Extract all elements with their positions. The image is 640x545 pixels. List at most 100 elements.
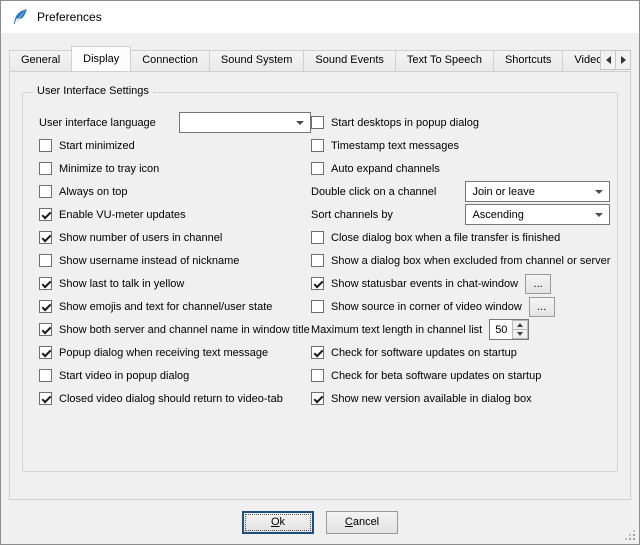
max-text-length-label: Maximum text length in channel list [311, 324, 482, 336]
checkbox[interactable] [311, 392, 324, 405]
sort-channels-select[interactable]: Ascending [465, 204, 610, 225]
checkbox-server-channel-title[interactable]: Show both server and channel name in win… [39, 318, 311, 341]
group-title: User Interface Settings [33, 85, 153, 97]
double-click-label: Double click on a channel [311, 186, 436, 198]
checkbox-label: Show emojis and text for channel/user st… [59, 301, 272, 313]
titlebar[interactable]: Preferences [1, 1, 639, 33]
left-column: User interface language Start minimized … [39, 111, 311, 410]
checkbox-close-filetransfer-dialog[interactable]: Close dialog box when a file transfer is… [311, 226, 610, 249]
scroll-tabs-left-button[interactable] [600, 50, 616, 70]
checkbox-always-on-top[interactable]: Always on top [39, 180, 311, 203]
language-label: User interface language [39, 117, 156, 129]
checkbox[interactable] [311, 254, 324, 267]
checkbox-last-talk-yellow[interactable]: Show last to talk in yellow [39, 272, 311, 295]
checkbox-software-updates[interactable]: Check for software updates on startup [311, 341, 610, 364]
checkbox-start-minimized[interactable]: Start minimized [39, 134, 311, 157]
resize-grip[interactable] [623, 528, 635, 540]
checkbox-desktops-popup[interactable]: Start desktops in popup dialog [311, 111, 610, 134]
checkbox-show-username[interactable]: Show username instead of nickname [39, 249, 311, 272]
checkbox[interactable] [311, 231, 324, 244]
checkbox[interactable] [39, 162, 52, 175]
tab-sound-events[interactable]: Sound Events [303, 50, 396, 71]
checkbox[interactable] [39, 277, 52, 290]
checkbox-video-return-tab[interactable]: Closed video dialog should return to vid… [39, 387, 311, 410]
cancel-button-label: Cancel [345, 516, 379, 528]
combo-value: Ascending [472, 209, 523, 221]
checkbox[interactable] [39, 300, 52, 313]
checkbox-label: Start desktops in popup dialog [331, 117, 479, 129]
checkbox[interactable] [39, 323, 52, 336]
checkbox[interactable] [311, 346, 324, 359]
statusbar-events-config-button[interactable]: ... [525, 274, 551, 294]
checkbox-show-user-count[interactable]: Show number of users in channel [39, 226, 311, 249]
checkbox-label: Show statusbar events in chat-window [331, 278, 518, 290]
tab-text-to-speech[interactable]: Text To Speech [395, 50, 494, 71]
tab-shortcuts[interactable]: Shortcuts [493, 50, 563, 71]
checkbox-label: Check for software updates on startup [331, 347, 517, 359]
checkbox[interactable] [39, 139, 52, 152]
tab-connection[interactable]: Connection [130, 50, 210, 71]
checkbox-label: Minimize to tray icon [59, 163, 159, 175]
checkbox[interactable] [39, 185, 52, 198]
double-click-select[interactable]: Join or leave [465, 181, 610, 202]
video-source-config-button[interactable]: ... [529, 297, 555, 317]
combo-value: Join or leave [472, 186, 534, 198]
tab-display[interactable]: Display [71, 46, 131, 71]
checkbox[interactable] [311, 300, 324, 313]
checkbox-video-popup[interactable]: Start video in popup dialog [39, 364, 311, 387]
sort-channels-label: Sort channels by [311, 209, 393, 221]
checkbox[interactable] [311, 277, 324, 290]
checkbox-excluded-dialog[interactable]: Show a dialog box when excluded from cha… [311, 249, 610, 272]
checkbox-label: Always on top [59, 186, 127, 198]
scroll-tabs-right-button[interactable] [615, 50, 631, 70]
checkbox-label: Popup dialog when receiving text message [59, 347, 268, 359]
checkbox-label: Show new version available in dialog box [331, 393, 532, 405]
cancel-button[interactable]: Cancel [326, 511, 398, 534]
arrow-left-icon [606, 56, 611, 64]
checkbox[interactable] [39, 254, 52, 267]
checkbox-label: Enable VU-meter updates [59, 209, 186, 221]
checkbox-emoji-text-state[interactable]: Show emojis and text for channel/user st… [39, 295, 311, 318]
checkbox-vu-meter-updates[interactable]: Enable VU-meter updates [39, 203, 311, 226]
checkbox-label: Show number of users in channel [59, 232, 222, 244]
checkbox[interactable] [311, 116, 324, 129]
tab-general[interactable]: General [9, 50, 72, 71]
checkbox[interactable] [39, 231, 52, 244]
dialog-buttons: Ok Cancel [1, 500, 639, 544]
ok-button[interactable]: Ok [242, 511, 314, 534]
user-interface-settings-group: User Interface Settings User interface l… [22, 92, 618, 472]
checkbox[interactable] [311, 139, 324, 152]
sort-channels-row: Sort channels by Ascending [311, 203, 610, 226]
checkbox-label: Show a dialog box when excluded from cha… [331, 255, 610, 267]
checkbox[interactable] [311, 162, 324, 175]
checkbox[interactable] [39, 369, 52, 382]
checkbox[interactable] [39, 392, 52, 405]
checkbox-popup-text-message[interactable]: Popup dialog when receiving text message [39, 341, 311, 364]
spinner-value: 50 [490, 320, 512, 339]
max-text-length-row: Maximum text length in channel list 50 [311, 318, 610, 341]
ok-button-label: Ok [271, 516, 285, 528]
tab-sound-system[interactable]: Sound System [209, 50, 305, 71]
language-row: User interface language [39, 111, 311, 134]
spin-down-button[interactable] [512, 329, 528, 339]
language-select[interactable] [179, 112, 311, 133]
checkbox-new-version-dialog[interactable]: Show new version available in dialog box [311, 387, 610, 410]
spinner-buttons [512, 320, 528, 339]
checkbox-label: Show username instead of nickname [59, 255, 239, 267]
arrow-down-icon [517, 332, 523, 336]
checkbox-statusbar-events-row: Show statusbar events in chat-window ... [311, 272, 610, 295]
settings-columns: User interface language Start minimized … [39, 111, 609, 410]
chevron-down-icon [296, 121, 304, 125]
checkbox-beta-updates[interactable]: Check for beta software updates on start… [311, 364, 610, 387]
checkbox-auto-expand-channels[interactable]: Auto expand channels [311, 157, 610, 180]
checkbox-timestamp-messages[interactable]: Timestamp text messages [311, 134, 610, 157]
checkbox-video-source-corner-row: Show source in corner of video window ..… [311, 295, 610, 318]
max-text-length-spinner[interactable]: 50 [489, 319, 529, 340]
checkbox-minimize-to-tray[interactable]: Minimize to tray icon [39, 157, 311, 180]
checkbox-label: Show both server and channel name in win… [59, 324, 310, 336]
app-icon [11, 8, 29, 26]
tab-bar: General Display Connection Sound System … [9, 45, 631, 71]
checkbox[interactable] [39, 346, 52, 359]
checkbox[interactable] [311, 369, 324, 382]
checkbox[interactable] [39, 208, 52, 221]
